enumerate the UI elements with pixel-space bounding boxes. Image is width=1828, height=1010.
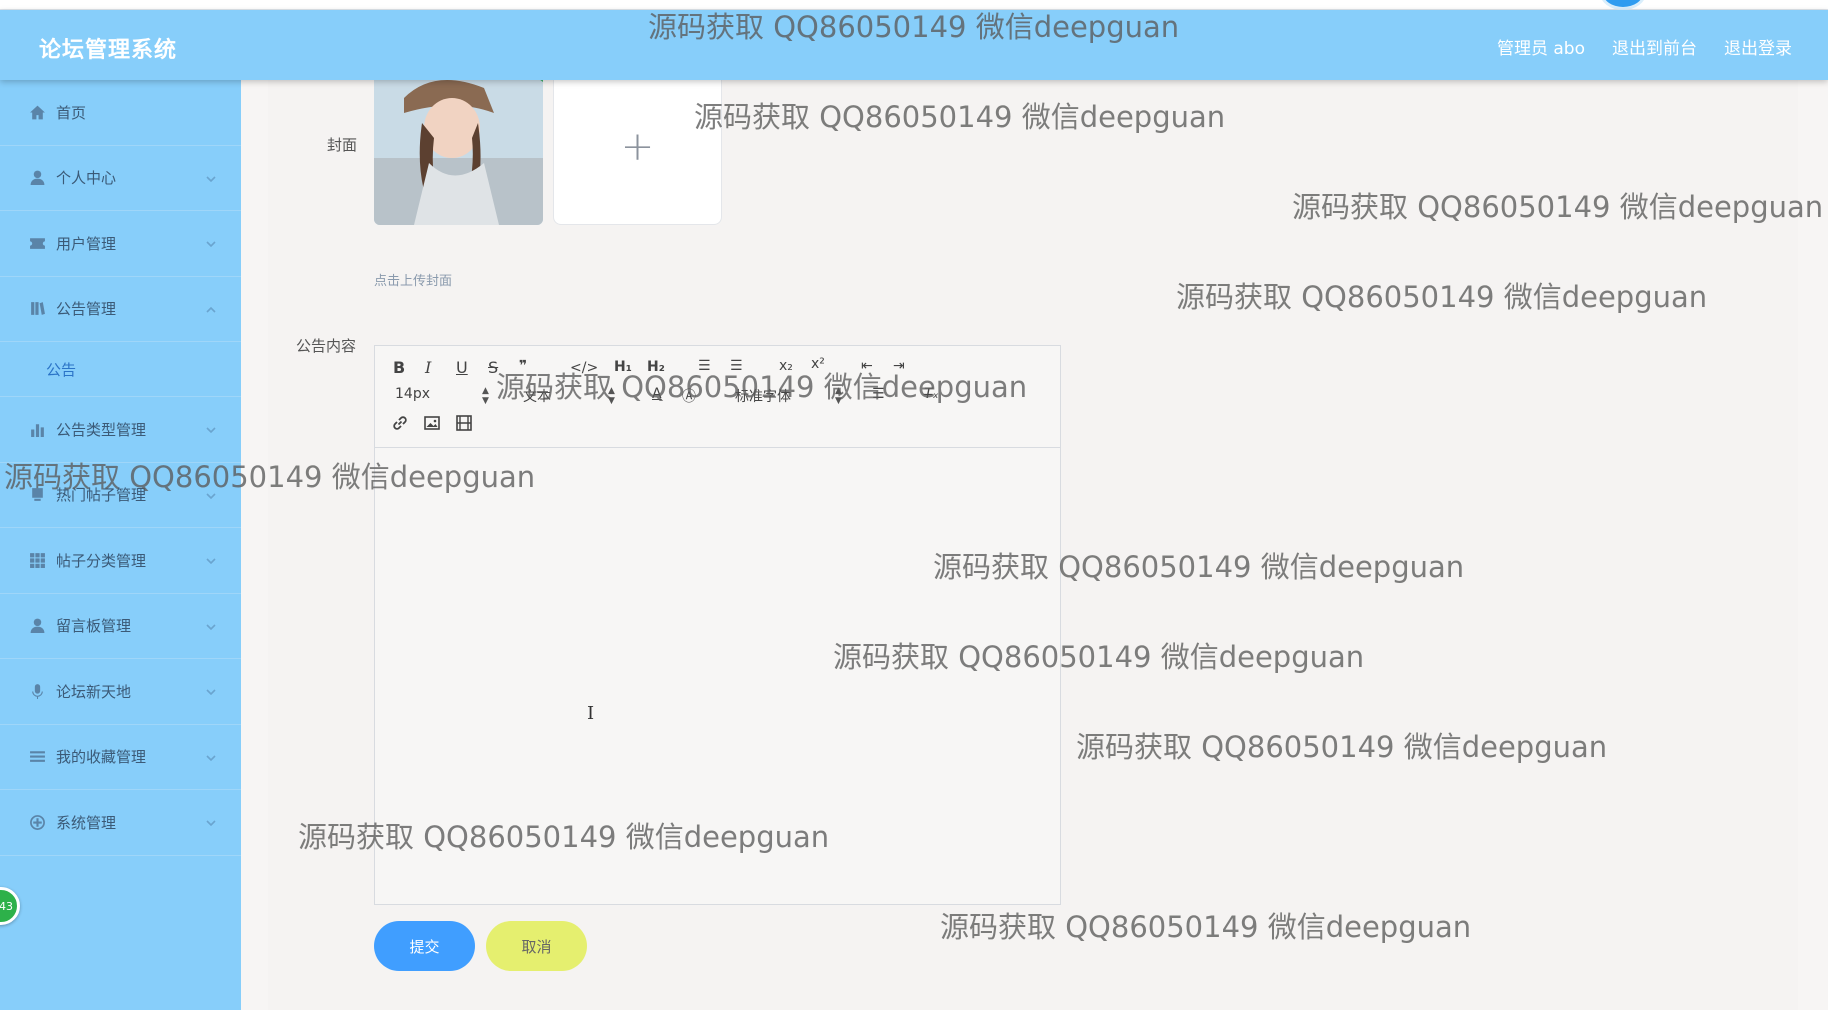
background-color-icon[interactable]: Ⓐ bbox=[682, 386, 696, 406]
exit-to-front-link[interactable]: 退出到前台 bbox=[1612, 34, 1697, 59]
indent-icon[interactable]: ⇥ bbox=[893, 358, 905, 374]
logout-link[interactable]: 退出登录 bbox=[1724, 34, 1792, 59]
sidebar-item-hot-posts-management[interactable]: 热门帖子管理 bbox=[0, 463, 241, 528]
editor-toolbar: B I U S ❞ </> H₁ H₂ ☰ ☰ x₂ x² ⇤ ⇥ 14px ▲… bbox=[375, 346, 1060, 448]
sidebar-item-label: 热门帖子管理 bbox=[56, 486, 147, 505]
text-style-value: 文本 bbox=[523, 389, 551, 405]
font-color-icon[interactable]: A bbox=[652, 386, 662, 402]
sidebar-item-label: 留言板管理 bbox=[56, 617, 132, 636]
text-style-select[interactable]: 文本 ▲ ▼ bbox=[523, 386, 618, 406]
app-title: 论坛管理系统 bbox=[39, 38, 178, 63]
cover-label: 封面 bbox=[327, 136, 358, 154]
font-family-value: 标准字体 bbox=[735, 389, 791, 405]
ticket-icon bbox=[28, 234, 46, 252]
sidebar-item-forum-new-world[interactable]: 论坛新天地 bbox=[0, 659, 241, 725]
chevron-up-icon bbox=[205, 301, 217, 313]
chevron-down-icon bbox=[205, 552, 217, 565]
admin-user-label[interactable]: 管理员 abo bbox=[1497, 34, 1585, 59]
sidebar-subitem-label: 公告 bbox=[46, 360, 77, 379]
video-icon[interactable] bbox=[455, 414, 473, 432]
chevron-down-icon bbox=[205, 683, 217, 696]
sidebar-item-system-management[interactable]: 系统管理 bbox=[0, 790, 241, 856]
sidebar-item-home[interactable]: 首页 bbox=[0, 80, 241, 146]
outdent-icon[interactable]: ⇤ bbox=[861, 358, 873, 374]
clear-format-icon[interactable]: T̶ₓ bbox=[924, 386, 939, 402]
microphone-icon bbox=[28, 682, 46, 700]
sidebar-item-message-board-management[interactable]: 留言板管理 bbox=[0, 594, 241, 659]
sidebar-item-post-category-management[interactable]: 帖子分类管理 bbox=[0, 528, 241, 594]
chevron-down-icon bbox=[205, 421, 217, 434]
grid-icon bbox=[28, 551, 46, 569]
sidebar-subitem-notice[interactable]: 公告 bbox=[0, 342, 241, 397]
link-icon[interactable] bbox=[391, 414, 409, 432]
sidebar-item-my-favorites-management[interactable]: 我的收藏管理 bbox=[0, 725, 241, 790]
underline-icon[interactable]: U bbox=[456, 358, 468, 377]
chevron-updown-icon: ▲ ▼ bbox=[608, 386, 615, 406]
bell-icon bbox=[28, 486, 46, 504]
plus-icon: + bbox=[620, 123, 655, 170]
cover-image-thumbnail[interactable] bbox=[374, 68, 543, 225]
font-size-select[interactable]: 14px ▲ ▼ bbox=[395, 386, 490, 406]
sidebar-item-label: 首页 bbox=[56, 103, 87, 122]
bar-chart-icon bbox=[28, 420, 46, 438]
floating-counter-value: 43 bbox=[0, 899, 13, 913]
chevron-down-icon bbox=[205, 814, 217, 827]
avatar bbox=[1600, 0, 1646, 10]
bullet-list-icon[interactable]: ☰ bbox=[730, 358, 743, 374]
compass-icon bbox=[28, 813, 46, 831]
bold-icon[interactable]: B bbox=[393, 358, 405, 377]
chevron-down-icon bbox=[205, 487, 217, 499]
sidebar-item-label: 我的收藏管理 bbox=[56, 748, 147, 767]
chevron-down-icon bbox=[205, 618, 217, 630]
chevron-updown-icon: ▲ ▼ bbox=[482, 386, 489, 406]
sidebar-item-label: 个人中心 bbox=[56, 169, 117, 188]
heading-2-icon[interactable]: H₂ bbox=[647, 359, 665, 375]
align-icon[interactable]: ☰ bbox=[872, 386, 885, 402]
sidebar-item-label: 公告管理 bbox=[56, 300, 117, 319]
top-header: 论坛管理系统 管理员 abo 退出到前台 退出登录 bbox=[0, 10, 1828, 80]
sidebar-item-notice-management[interactable]: 公告管理 bbox=[0, 277, 241, 342]
sidebar-item-label: 用户管理 bbox=[56, 234, 117, 253]
editor-content-area[interactable]: I bbox=[375, 448, 1060, 904]
browser-top-strip bbox=[0, 0, 1828, 10]
image-icon[interactable] bbox=[423, 414, 441, 432]
home-icon bbox=[28, 103, 46, 121]
sidebar-item-label: 公告类型管理 bbox=[56, 420, 147, 439]
chevron-down-icon bbox=[205, 749, 217, 761]
notice-content-label: 公告内容 bbox=[296, 337, 357, 355]
blockquote-icon[interactable]: ❞ bbox=[519, 358, 527, 374]
sidebar-item-label: 帖子分类管理 bbox=[56, 551, 147, 570]
sidebar-item-label: 系统管理 bbox=[56, 813, 117, 832]
person-icon bbox=[28, 617, 46, 635]
sidebar-item-label: 论坛新天地 bbox=[56, 682, 132, 701]
subscript-icon[interactable]: x₂ bbox=[779, 358, 793, 374]
cancel-button[interactable]: 取消 bbox=[486, 921, 587, 971]
text-cursor-icon: I bbox=[587, 703, 595, 724]
sidebar: 首页 个人中心 用户管理 公告管理 公告 公告类型管理 热门帖子管理 帖子分类管… bbox=[0, 80, 241, 1010]
chevron-down-icon bbox=[205, 235, 217, 248]
sidebar-item-user-management[interactable]: 用户管理 bbox=[0, 211, 241, 277]
sidebar-item-notice-type-management[interactable]: 公告类型管理 bbox=[0, 397, 241, 463]
sidebar-item-personal-center[interactable]: 个人中心 bbox=[0, 146, 241, 211]
superscript-icon[interactable]: x² bbox=[811, 356, 825, 372]
list-icon bbox=[28, 748, 46, 766]
upload-cover-tip: 点击上传封面 bbox=[374, 274, 453, 289]
header-actions: 管理员 abo 退出到前台 退出登录 bbox=[1497, 34, 1792, 59]
ordered-list-icon[interactable]: ☰ bbox=[698, 358, 711, 374]
chevron-down-icon bbox=[205, 170, 217, 182]
italic-icon[interactable]: I bbox=[425, 358, 431, 377]
chevron-updown-icon: ▲ ▼ bbox=[835, 386, 842, 406]
rich-text-editor: B I U S ❞ </> H₁ H₂ ☰ ☰ x₂ x² ⇤ ⇥ 14px ▲… bbox=[374, 345, 1061, 905]
font-size-value: 14px bbox=[395, 386, 430, 402]
upload-cover-button[interactable]: + bbox=[553, 68, 722, 225]
book-icon bbox=[28, 300, 46, 318]
font-family-select[interactable]: 标准字体 ▲ ▼ bbox=[735, 386, 845, 406]
code-block-icon[interactable]: </> bbox=[570, 360, 598, 376]
heading-1-icon[interactable]: H₁ bbox=[614, 359, 632, 375]
submit-button[interactable]: 提交 bbox=[374, 921, 475, 971]
strikethrough-icon[interactable]: S bbox=[488, 358, 498, 377]
user-icon bbox=[28, 169, 46, 187]
